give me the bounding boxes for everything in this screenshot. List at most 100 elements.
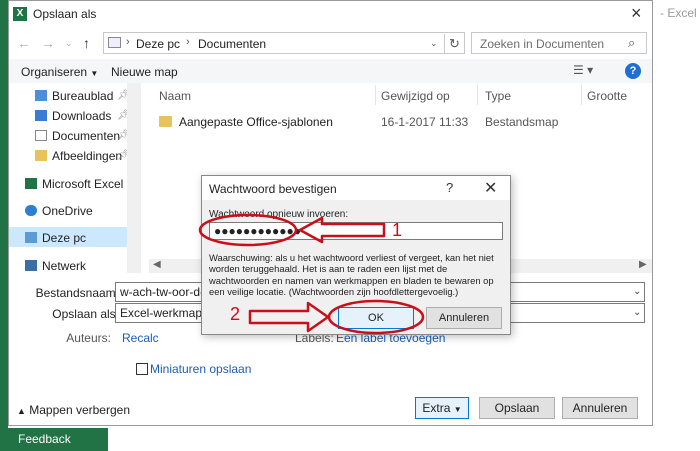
pw-cancel-button[interactable]: Annuleren bbox=[426, 307, 502, 329]
chevron-right-icon[interactable]: › bbox=[126, 36, 130, 48]
dialog-title: Opslaan als bbox=[33, 7, 97, 21]
address-dropdown-icon[interactable]: ⌄ bbox=[430, 38, 438, 49]
chevron-up-icon: ▲ bbox=[17, 406, 26, 416]
thumbnails-checkbox[interactable] bbox=[136, 363, 148, 375]
cancel-button[interactable]: Annuleren bbox=[562, 397, 638, 419]
desktop-icon bbox=[35, 90, 47, 101]
chevron-right-icon[interactable]: › bbox=[186, 36, 190, 48]
close-icon[interactable]: ✕ bbox=[484, 178, 497, 198]
navigation-row: ← → ⌄ ↑ › Deze pc › Documenten ⌄ ↻ Zoeke… bbox=[9, 29, 652, 57]
nav-item-desktop[interactable]: Bureaublad bbox=[35, 89, 113, 107]
savetype-dropdown-icon[interactable]: ⌄ bbox=[633, 307, 641, 318]
recent-chevron-icon[interactable]: ⌄ bbox=[65, 38, 73, 49]
nav-item-this-pc[interactable]: Deze pc bbox=[25, 231, 86, 249]
nav-item-label: Bureaublad bbox=[52, 89, 114, 103]
extra-label: Extra bbox=[422, 401, 451, 415]
column-separator[interactable] bbox=[375, 85, 376, 105]
hide-folders-label: Mappen verbergen bbox=[29, 403, 130, 417]
pw-title-bar: Wachtwoord bevestigen ? ✕ bbox=[202, 176, 510, 200]
column-header-modified[interactable]: Gewijzigd op bbox=[381, 89, 450, 103]
nav-item-label: Downloads bbox=[52, 109, 112, 123]
excel-background-bottom bbox=[108, 426, 653, 451]
help-icon[interactable]: ? bbox=[446, 180, 453, 195]
password-warning-text: Waarschuwing: als u het wachtwoord verli… bbox=[209, 252, 494, 298]
close-icon[interactable]: × bbox=[631, 3, 642, 24]
excel-background-area bbox=[653, 0, 700, 451]
dialog-toolbar: Organiseren ▼ Nieuwe map ☰ ▾ ? bbox=[9, 59, 652, 83]
refresh-icon[interactable]: ↻ bbox=[444, 34, 464, 54]
savetype-label: Opslaan als: bbox=[52, 307, 119, 321]
excel-app-icon: X bbox=[13, 7, 27, 21]
help-icon[interactable]: ? bbox=[625, 63, 641, 79]
excel-title-fragment: - Excel bbox=[660, 6, 697, 20]
network-icon bbox=[25, 260, 37, 271]
search-icon[interactable]: ⌕ bbox=[628, 35, 635, 51]
filename-dropdown-icon[interactable]: ⌄ bbox=[633, 286, 641, 297]
dropdown-arrow-icon: ▼ bbox=[453, 405, 462, 414]
file-modified: 16-1-2017 11:33 bbox=[381, 115, 469, 129]
thumbnails-label[interactable]: Miniaturen opslaan bbox=[150, 362, 251, 376]
pw-dialog-title: Wachtwoord bevestigen bbox=[209, 182, 337, 196]
column-separator[interactable] bbox=[581, 85, 582, 105]
address-segment-documents[interactable]: Documenten bbox=[198, 37, 266, 51]
back-arrow-icon[interactable]: ← bbox=[17, 35, 31, 51]
organize-button[interactable]: Organiseren ▼ bbox=[21, 65, 98, 79]
authors-link[interactable]: Recalc bbox=[122, 331, 159, 345]
scroll-right-icon[interactable]: ▶ bbox=[639, 259, 647, 270]
nav-item-label: Netwerk bbox=[42, 259, 87, 273]
reenter-password-label: Wachtwoord opnieuw invoeren: bbox=[209, 209, 349, 220]
nav-item-downloads[interactable]: Downloads bbox=[35, 109, 111, 127]
nav-item-onedrive[interactable]: OneDrive bbox=[25, 204, 93, 222]
column-header-type[interactable]: Type bbox=[485, 89, 511, 103]
password-input[interactable]: ●●●●●●●●●●●● bbox=[209, 222, 503, 240]
column-separator[interactable] bbox=[477, 85, 478, 105]
nav-item-network[interactable]: Netwerk bbox=[25, 259, 86, 277]
file-name: Aangepaste Office-sjablonen bbox=[179, 115, 333, 129]
annotation-step-1: 1 bbox=[392, 220, 403, 240]
cloud-icon bbox=[25, 205, 37, 216]
pc-icon bbox=[108, 37, 121, 48]
download-icon bbox=[35, 110, 47, 121]
nav-item-microsoft-excel[interactable]: Microsoft Excel bbox=[25, 177, 123, 195]
forward-arrow-icon[interactable]: → bbox=[41, 35, 55, 51]
column-header-name[interactable]: Naam bbox=[159, 89, 191, 103]
confirm-password-dialog: Wachtwoord bevestigen ? ✕ Wachtwoord opn… bbox=[201, 175, 511, 335]
search-placeholder[interactable]: Zoeken in Documenten bbox=[480, 37, 604, 51]
nav-item-label: Microsoft Excel bbox=[42, 177, 124, 191]
view-options-icon[interactable]: ☰ ▾ bbox=[573, 63, 593, 77]
nav-item-pictures[interactable]: Afbeeldingen bbox=[35, 149, 122, 167]
file-row[interactable]: Aangepaste Office-sjablonen 16-1-2017 11… bbox=[159, 113, 639, 131]
file-type: Bestandsmap bbox=[485, 115, 559, 129]
filename-label: Bestandsnaam: bbox=[35, 286, 119, 300]
nav-item-label: OneDrive bbox=[42, 204, 93, 218]
folder-icon bbox=[159, 116, 172, 127]
dropdown-arrow-icon: ▼ bbox=[90, 69, 99, 78]
document-icon bbox=[35, 130, 47, 141]
column-headers: Naam Gewijzigd op Type Grootte bbox=[149, 83, 652, 107]
excel-background-strip bbox=[0, 0, 8, 451]
nav-item-label: Afbeeldingen bbox=[52, 149, 123, 163]
organize-label: Organiseren bbox=[21, 65, 88, 79]
nav-item-label: Deze pc bbox=[42, 231, 87, 245]
save-button[interactable]: Opslaan bbox=[479, 397, 555, 419]
excel-icon bbox=[25, 178, 37, 189]
address-bar[interactable]: › Deze pc › Documenten ⌄ ↻ bbox=[103, 32, 465, 54]
hide-folders-button[interactable]: ▲ Mappen verbergen bbox=[17, 403, 130, 417]
address-segment-this-pc[interactable]: Deze pc bbox=[136, 37, 180, 51]
column-header-size[interactable]: Grootte bbox=[587, 89, 627, 103]
pictures-icon bbox=[35, 150, 47, 161]
new-folder-button[interactable]: Nieuwe map bbox=[111, 65, 178, 79]
search-box[interactable]: Zoeken in Documenten ⌕ bbox=[471, 32, 647, 54]
extra-button[interactable]: Extra ▼ bbox=[415, 397, 469, 419]
ok-button[interactable]: OK bbox=[338, 307, 414, 329]
authors-label: Auteurs: bbox=[66, 331, 111, 345]
up-arrow-icon[interactable]: ↑ bbox=[83, 35, 90, 51]
dialog-title-bar: X Opslaan als × bbox=[9, 1, 652, 29]
pc-icon bbox=[25, 232, 37, 243]
nav-item-label: Documenten bbox=[52, 129, 121, 143]
nav-scrollbar[interactable] bbox=[127, 83, 141, 273]
nav-item-documents[interactable]: Documenten bbox=[35, 129, 120, 147]
annotation-step-2: 2 bbox=[230, 304, 241, 324]
feedback-button[interactable]: Feedback bbox=[0, 428, 108, 451]
scroll-left-icon[interactable]: ◀ bbox=[153, 259, 161, 270]
